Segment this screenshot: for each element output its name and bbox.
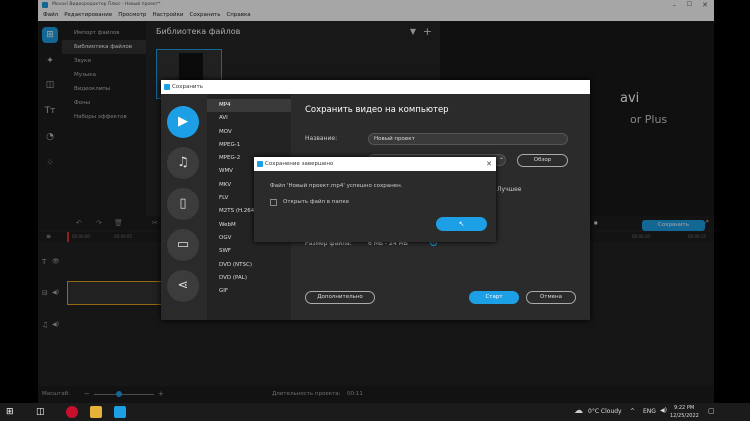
clock-date[interactable]: 12/25/2022	[670, 413, 699, 419]
browse-button[interactable]: Обзор	[517, 154, 568, 167]
tv-icon[interactable]: ▭	[167, 229, 199, 261]
open-folder-checkbox[interactable]	[270, 199, 277, 206]
format-item[interactable]: DVD (PAL)	[207, 272, 291, 285]
task-view-icon[interactable]: ◫	[36, 407, 45, 417]
opera-browser-icon[interactable]	[66, 406, 78, 418]
save-complete-message: Файл 'Новый проект.mp4' успешно сохранен…	[270, 183, 403, 189]
name-label: Название:	[305, 135, 338, 142]
save-complete-title-bar: Сохранение завершено ✕	[254, 157, 496, 171]
ok-button[interactable]: ↖	[436, 217, 487, 231]
windows-start-icon[interactable]: ⊞	[6, 407, 14, 417]
format-item[interactable]: SWF	[207, 245, 291, 258]
format-item[interactable]: GIF	[207, 285, 291, 298]
format-item[interactable]: MP4	[207, 99, 291, 113]
save-heading: Сохранить видео на компьютер	[305, 105, 449, 115]
file-explorer-icon[interactable]	[90, 406, 102, 418]
format-item[interactable]: AVI	[207, 112, 291, 125]
volume-icon[interactable]: ◀)	[660, 407, 667, 414]
save-complete-dialog: Сохранение завершено ✕ Файл 'Новый проек…	[254, 157, 496, 242]
quality-value: Лучшее	[497, 186, 522, 193]
audio-file-icon[interactable]: ♫	[167, 147, 199, 179]
clock-time[interactable]: 9:22 PM	[674, 405, 694, 411]
video-file-icon[interactable]: ▶	[167, 106, 199, 138]
close-icon[interactable]: ✕	[486, 157, 492, 171]
notifications-icon[interactable]: ▢	[708, 407, 715, 415]
name-input[interactable]: Новый проект	[368, 133, 568, 145]
movavi-taskbar-icon[interactable]	[114, 406, 126, 418]
mouse-cursor-icon: ↖	[458, 220, 465, 228]
device-icon[interactable]: ▯	[167, 188, 199, 220]
advanced-button[interactable]: Дополнительно	[305, 291, 375, 304]
save-dialog-title: Сохранить	[172, 84, 203, 90]
format-item[interactable]: DVD (NTSC)	[207, 259, 291, 272]
start-button[interactable]: Старт	[469, 291, 519, 304]
tray-chevron-icon[interactable]: ^	[630, 408, 635, 415]
language-indicator[interactable]: ENG	[643, 408, 656, 415]
share-icon[interactable]: ⋖	[167, 270, 199, 302]
cancel-button[interactable]: Отмена	[526, 291, 576, 304]
format-item[interactable]: MOV	[207, 126, 291, 139]
weather-text[interactable]: 0°C Cloudy	[588, 408, 622, 415]
save-dialog-title-bar: Сохранить	[161, 80, 590, 94]
chevron-down-icon[interactable]: ⌄	[499, 154, 504, 161]
dialog-logo-icon	[164, 84, 170, 90]
cloud-icon: ☁	[574, 406, 583, 416]
windows-taskbar: ⊞ ◫ ☁ 0°C Cloudy ^ ENG ◀) 9:22 PM 12/25/…	[0, 403, 750, 421]
format-item[interactable]: MPEG-1	[207, 139, 291, 152]
open-folder-label: Открыть файл в папке	[283, 199, 350, 205]
export-type-sidebar: ▶ ♫ ▯ ▭ ⋖	[161, 94, 207, 320]
dialog-logo-icon	[257, 161, 263, 167]
save-complete-title: Сохранение завершено	[265, 161, 334, 167]
